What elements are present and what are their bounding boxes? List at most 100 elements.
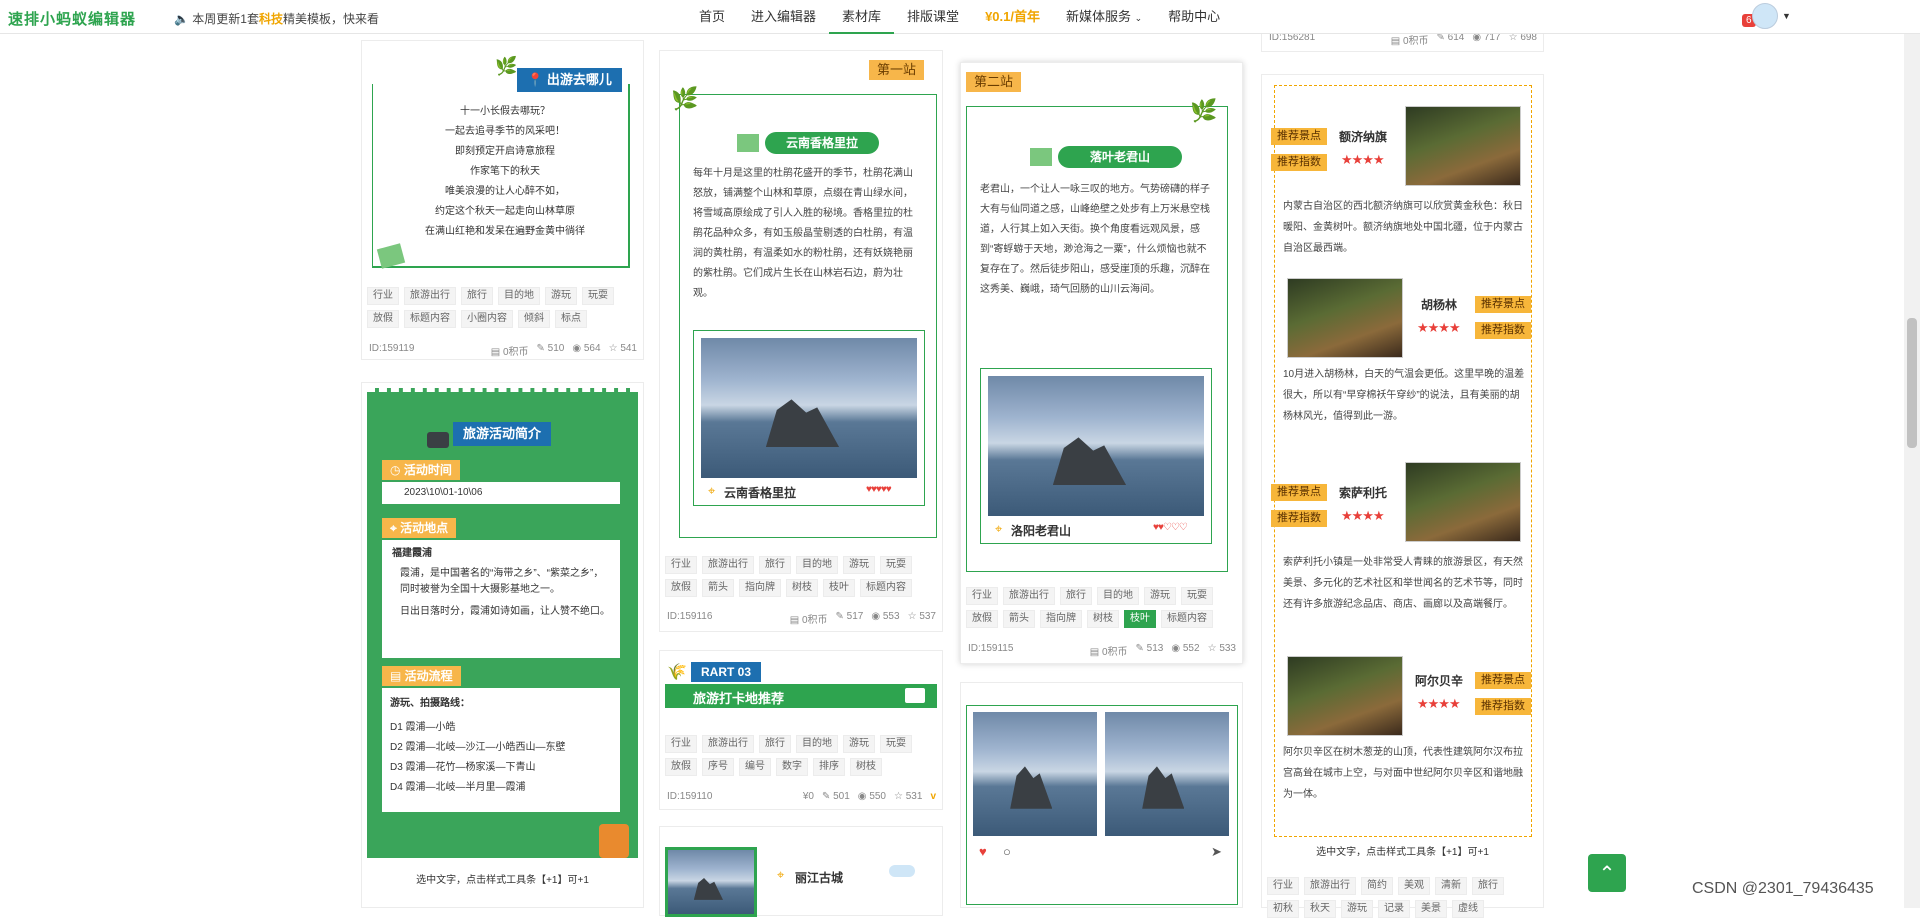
tag[interactable]: 行业 <box>966 587 998 605</box>
star-icon[interactable]: ☆ 531 <box>894 791 922 802</box>
tag[interactable]: 简约 <box>1361 877 1393 895</box>
tag[interactable]: 标题内容 <box>404 310 456 328</box>
tag[interactable]: 指向牌 <box>1040 610 1082 628</box>
reader-photo <box>1287 656 1403 736</box>
tag[interactable]: 旅行 <box>1060 587 1092 605</box>
tag[interactable]: 游玩 <box>1341 900 1373 918</box>
nav-price[interactable]: ¥0.1/首年 <box>972 0 1053 34</box>
star-icon[interactable]: ☆ 698 <box>1509 32 1537 47</box>
tag[interactable]: 树枝 <box>850 758 882 776</box>
update-notice[interactable]: 🔈 本周更新1套科技精美模板，快来看 <box>174 10 379 27</box>
tag[interactable]: 清新 <box>1435 877 1467 895</box>
template-card[interactable]: 🌿 📍 出游去哪儿 十一小长假去哪玩？ 一起去追寻季节的风采吧！ 即刻预定开启诗… <box>361 40 644 360</box>
tag[interactable]: 记录 <box>1378 900 1410 918</box>
lake-photo <box>665 847 757 917</box>
tag[interactable]: 美景 <box>1415 900 1447 918</box>
tag[interactable]: 游玩 <box>1144 587 1176 605</box>
tag[interactable]: 虚线 <box>1452 900 1484 918</box>
tag[interactable]: 旅行 <box>759 735 791 753</box>
recommend-spot-pill: 推荐景点 <box>1271 128 1327 145</box>
tag[interactable]: 排序 <box>813 758 845 776</box>
send-icon[interactable]: ➤ <box>1211 844 1222 860</box>
template-card[interactable]: 🌾 RART 03 旅游打卡地推荐 行业 旅游出行 旅行 目的地 游玩 玩耍 放… <box>659 650 943 810</box>
reader-photo <box>1287 278 1403 358</box>
template-card[interactable]: 旅游活动简介 ◷ 活动时间 2023\10\01-10\06 ⌖ 活动地点 福建… <box>361 382 644 908</box>
tag[interactable]: 行业 <box>665 735 697 753</box>
nav-materials[interactable]: 素材库 <box>829 0 895 34</box>
nav-class[interactable]: 排版课堂 <box>894 0 972 34</box>
nav-services[interactable]: 新媒体服务 ⌄ <box>1053 0 1155 34</box>
tag[interactable]: 游玩 <box>843 556 875 574</box>
tag[interactable]: 秋天 <box>1304 900 1336 918</box>
tag[interactable]: 编号 <box>739 758 771 776</box>
edit-icon: ✎ 614 <box>1436 32 1465 43</box>
tag[interactable]: 标点 <box>555 310 587 328</box>
tag[interactable]: 玩耍 <box>582 287 614 305</box>
tag[interactable]: 序号 <box>702 758 734 776</box>
tag[interactable]: 箭头 <box>702 579 734 597</box>
template-card[interactable]: ⌖ 丽江古城 <box>659 826 943 917</box>
spot-text: 内蒙古自治区的西北额济纳旗可以欣赏黄金秋色：秋日暖阳、金黄树叶。额济纳旗地处中国… <box>1283 201 1523 254</box>
tag[interactable]: 玩耍 <box>880 735 912 753</box>
tag[interactable]: 箭头 <box>1003 610 1035 628</box>
heart-icon[interactable]: ♥ <box>979 844 987 859</box>
tag[interactable]: 行业 <box>1267 877 1299 895</box>
tag[interactable]: 放假 <box>367 310 399 328</box>
nav-editor[interactable]: 进入编辑器 <box>738 0 829 34</box>
tag[interactable]: 旅游出行 <box>702 735 754 753</box>
tag[interactable]: 游玩 <box>545 287 577 305</box>
tag[interactable]: 玩耍 <box>1181 587 1213 605</box>
tag[interactable]: 旅行 <box>1472 877 1504 895</box>
tag[interactable]: 指向牌 <box>739 579 781 597</box>
tag[interactable]: 枝叶 <box>823 579 855 597</box>
tag[interactable]: 旅游出行 <box>1304 877 1356 895</box>
tag[interactable]: 目的地 <box>796 556 838 574</box>
poem-line: 在满山红艳和发呆在遍野金黄中徜徉 <box>425 226 585 237</box>
tag[interactable]: 树枝 <box>786 579 818 597</box>
tag[interactable]: 行业 <box>665 556 697 574</box>
tag[interactable]: 旅行 <box>461 287 493 305</box>
tag[interactable]: 旅游出行 <box>404 287 456 305</box>
card-preview: ♥ ○ ➤ <box>966 705 1238 905</box>
tag[interactable]: 美观 <box>1398 877 1430 895</box>
avatar[interactable] <box>1752 3 1778 29</box>
tag[interactable]: 倾斜 <box>518 310 550 328</box>
tag[interactable]: 旅行 <box>759 556 791 574</box>
tag-active[interactable]: 枝叶 <box>1124 610 1156 628</box>
tag[interactable]: 旅游出行 <box>702 556 754 574</box>
tag[interactable]: 标题内容 <box>1161 610 1213 628</box>
template-card[interactable]: 推荐景点 推荐指数 额济纳旗 ★★★★ 内蒙古自治区的西北额济纳旗可以欣赏黄金秋… <box>1261 74 1544 918</box>
tag[interactable]: 目的地 <box>796 735 838 753</box>
tag[interactable]: 行业 <box>367 287 399 305</box>
tag[interactable]: 标题内容 <box>860 579 912 597</box>
template-card[interactable]: 第一站 🌿 云南香格里拉 每年十月是这里的杜鹃花盛开的季节，杜鹃花满山怒放，铺满… <box>659 50 943 632</box>
comment-icon[interactable]: ○ <box>1003 844 1011 859</box>
back-to-top-button[interactable]: ⌃ <box>1588 854 1626 892</box>
tag[interactable]: 旅游出行 <box>1003 587 1055 605</box>
template-card[interactable]: ♥ ○ ➤ <box>960 682 1243 908</box>
rating-stars: ★★★★ <box>1341 508 1385 523</box>
star-icon[interactable]: ☆ 533 <box>1208 643 1236 658</box>
recommend-rating-pill: 推荐指数 <box>1475 698 1531 715</box>
tag[interactable]: 放假 <box>665 758 697 776</box>
nav-help[interactable]: 帮助中心 <box>1155 0 1233 34</box>
tag[interactable]: 初秋 <box>1267 900 1299 918</box>
tag[interactable]: 树枝 <box>1087 610 1119 628</box>
tag[interactable]: 玩耍 <box>880 556 912 574</box>
tag[interactable]: 数字 <box>776 758 808 776</box>
tag[interactable]: 目的地 <box>1097 587 1139 605</box>
caret-down-icon[interactable]: ▼ <box>1782 11 1791 21</box>
tag[interactable]: 放假 <box>665 579 697 597</box>
star-icon[interactable]: ☆ 541 <box>609 343 637 358</box>
nav-home[interactable]: 首页 <box>686 0 738 34</box>
tag[interactable]: 小圈内容 <box>461 310 513 328</box>
tag[interactable]: 目的地 <box>498 287 540 305</box>
scrollbar-thumb[interactable] <box>1907 318 1917 448</box>
tag[interactable]: 放假 <box>966 610 998 628</box>
star-icon[interactable]: ☆ 537 <box>908 611 936 626</box>
scrollbar-track[interactable] <box>1904 0 1920 908</box>
logo[interactable]: 速排小蚂蚁编辑器 <box>8 8 136 29</box>
tag[interactable]: 游玩 <box>843 735 875 753</box>
poem-line: 约定这个秋天一起走向山林草原 <box>435 206 575 217</box>
template-card[interactable]: 第二站 🌿 落叶老君山 老君山，一个让人一咏三叹的地方。气势磅礴的样子大有与仙同… <box>960 62 1243 664</box>
